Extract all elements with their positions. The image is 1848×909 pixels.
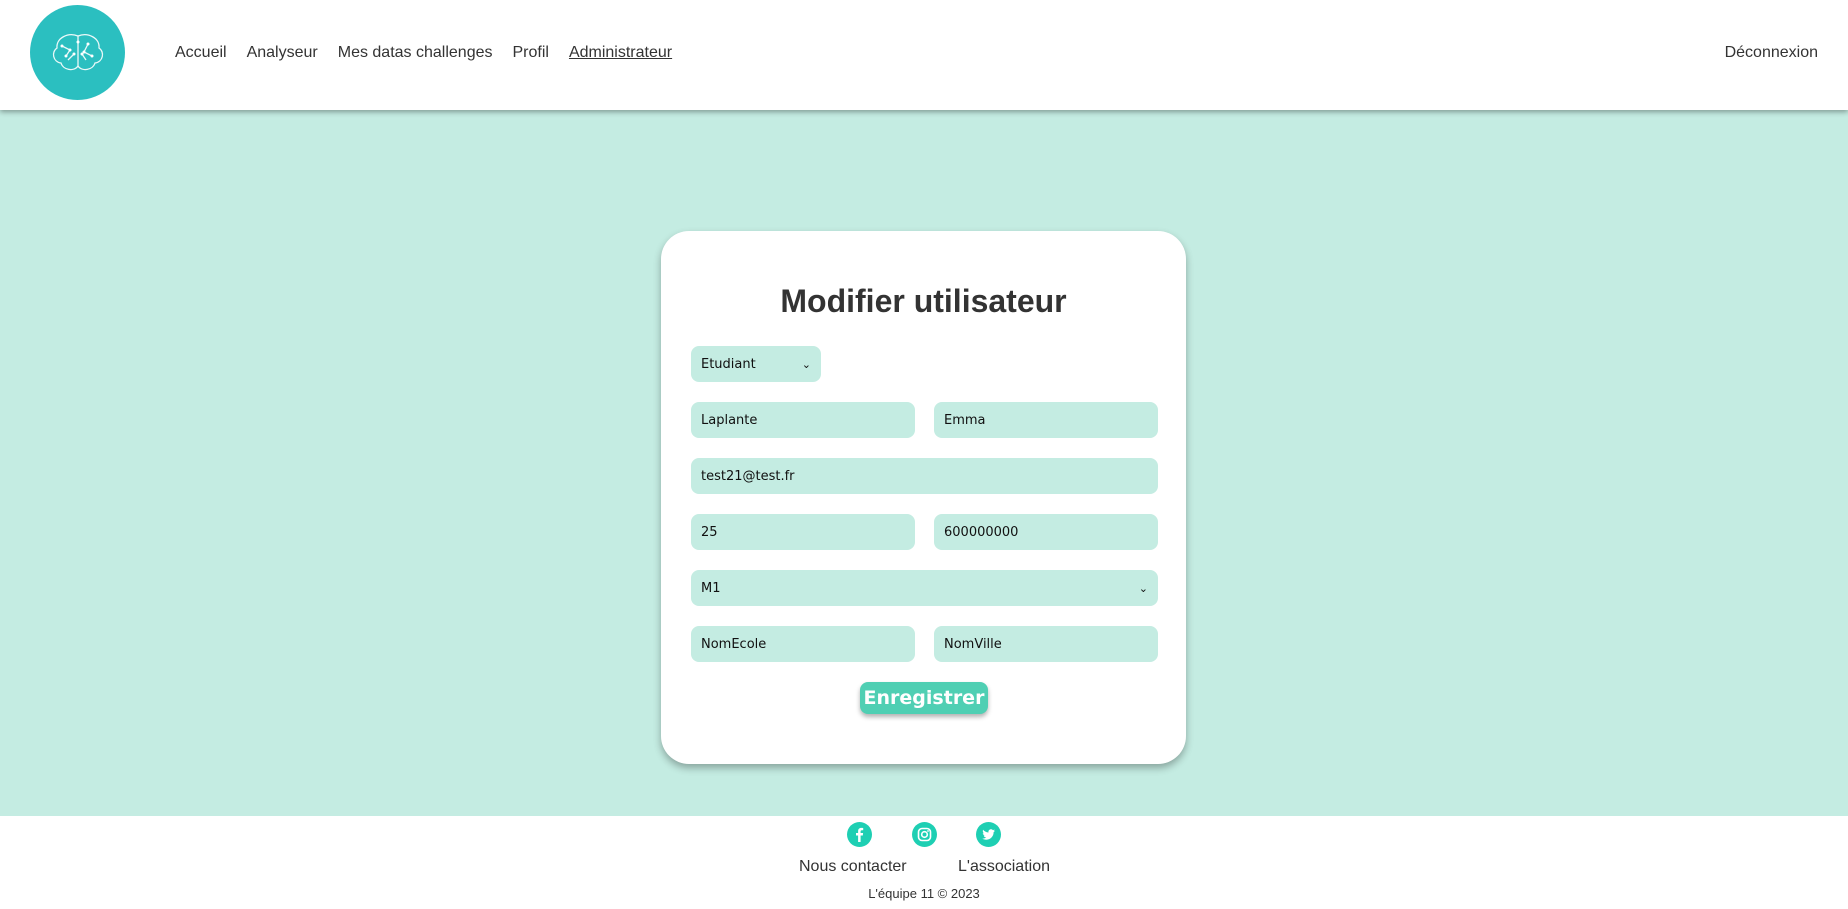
phone-field[interactable] [934, 514, 1158, 550]
copyright-text: L'équipe 11 © 2023 [868, 886, 980, 901]
association-link[interactable]: L'association [958, 858, 1050, 876]
level-select[interactable]: M1 ⌄ [691, 570, 1158, 606]
first-name-field[interactable] [934, 402, 1158, 438]
nav-item-administrateur[interactable]: Administrateur [569, 44, 672, 62]
chevron-down-icon: ⌄ [801, 357, 811, 371]
site-header: Accueil Analyseur Mes datas challenges P… [0, 0, 1848, 110]
last-name-field[interactable] [691, 402, 915, 438]
main-nav: Accueil Analyseur Mes datas challenges P… [175, 44, 672, 62]
nav-item-profil[interactable]: Profil [513, 44, 549, 62]
twitter-icon[interactable] [976, 822, 1001, 847]
role-select-value: Etudiant [701, 356, 756, 372]
contact-link[interactable]: Nous contacter [799, 858, 907, 876]
brain-logo-icon[interactable] [30, 5, 125, 100]
main-content: Modifier utilisateur Etudiant ⌄ M1 ⌄ Enr… [0, 110, 1848, 816]
chevron-down-icon: ⌄ [1138, 581, 1148, 595]
nav-item-mes-datas-challenges[interactable]: Mes datas challenges [338, 44, 493, 62]
edit-user-card: Modifier utilisateur Etudiant ⌄ M1 ⌄ Enr… [661, 231, 1186, 764]
level-select-value: M1 [701, 580, 721, 596]
email-field[interactable] [691, 458, 1158, 494]
logout-link[interactable]: Déconnexion [1725, 44, 1818, 62]
save-button[interactable]: Enregistrer [860, 682, 988, 714]
nav-item-analyseur[interactable]: Analyseur [247, 44, 318, 62]
nav-item-accueil[interactable]: Accueil [175, 44, 227, 62]
facebook-icon[interactable] [847, 822, 872, 847]
city-field[interactable] [934, 626, 1158, 662]
school-field[interactable] [691, 626, 915, 662]
age-field[interactable] [691, 514, 915, 550]
instagram-icon[interactable] [912, 822, 937, 847]
form-title: Modifier utilisateur [780, 283, 1067, 319]
role-select[interactable]: Etudiant ⌄ [691, 346, 821, 382]
site-footer: Nous contacter L'association L'équipe 11… [0, 816, 1848, 909]
